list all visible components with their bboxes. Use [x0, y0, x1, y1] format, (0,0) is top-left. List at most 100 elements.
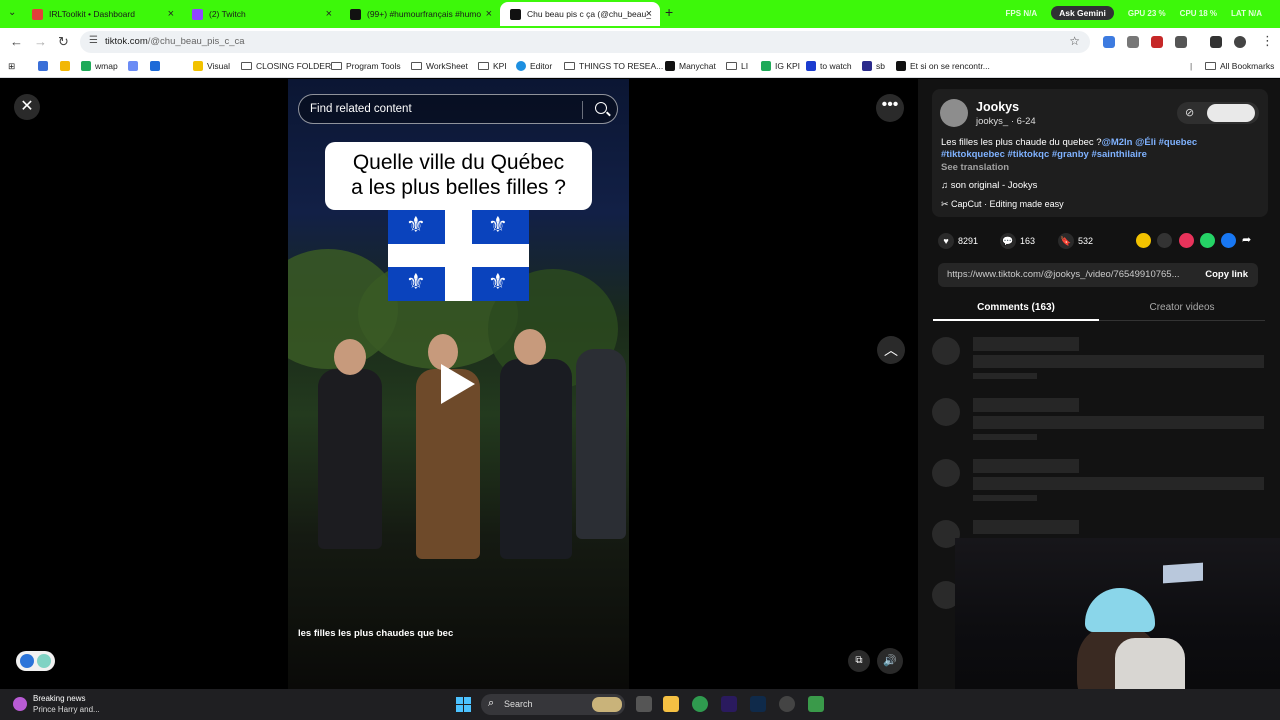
search-placeholder[interactable]: Find related content [310, 103, 412, 115]
extension-toggle[interactable] [16, 651, 55, 671]
bookmark-calendar[interactable] [38, 61, 48, 71]
bookmark-gemini[interactable] [128, 61, 138, 71]
taskbar-search[interactable]: ⌕ Search [481, 694, 625, 715]
bookmark-wmap[interactable]: wmap [81, 61, 118, 71]
taskbar-search-label: Search [504, 699, 533, 709]
folder-icon [411, 62, 422, 70]
block-icon[interactable]: ⊘ [1185, 106, 1194, 119]
tab-close-icon[interactable]: × [486, 8, 492, 20]
tab-close-icon[interactable]: × [168, 8, 174, 20]
tab-creator-videos[interactable]: Creator videos [1099, 297, 1265, 321]
copy-link-button[interactable]: Copy link [1205, 269, 1248, 280]
tab-close-icon[interactable]: × [326, 8, 332, 20]
obs-icon[interactable] [779, 696, 795, 712]
video-link-text[interactable]: https://www.tiktok.com/@jookys_/video/76… [947, 269, 1193, 280]
ask-gemini-button[interactable]: Ask Gemini [1051, 6, 1114, 20]
tab-twitch[interactable]: (2) Twitch × [182, 2, 340, 26]
volume-icon[interactable]: 🔊 [877, 648, 903, 674]
tab-close-icon[interactable]: × [646, 8, 652, 20]
chrome-icon[interactable] [692, 696, 708, 712]
photoshop-icon[interactable] [750, 696, 766, 712]
tab-irltoolkit[interactable]: IRLToolkit • Dashboard × [22, 2, 182, 26]
find-related-search[interactable]: Find related content [298, 94, 618, 124]
bookmark-manychat[interactable]: Manychat [665, 61, 716, 71]
bookmark-ig-kpi[interactable]: IG KPI [761, 61, 800, 71]
bookmark-folder-yellow[interactable] [60, 61, 70, 71]
share-arrow-icon[interactable]: ➦ [1242, 233, 1257, 248]
reload-icon[interactable]: ↻ [58, 34, 69, 50]
tab-search-chevron-icon[interactable]: ⌄ [8, 7, 16, 18]
bookmark-star-icon[interactable]: ☆ [1069, 34, 1080, 48]
embed-icon[interactable] [1157, 233, 1172, 248]
bookmark-li[interactable]: LI [726, 61, 748, 71]
background-monitor [1163, 562, 1203, 584]
extension-icon[interactable] [1127, 36, 1139, 48]
save-button[interactable]: 🔖 532 [1058, 233, 1093, 249]
task-view-icon[interactable] [636, 696, 652, 712]
bookmark-to-watch[interactable]: to watch [806, 61, 852, 71]
bookmark-et-si-on-se-rencontre[interactable]: Et si on se rencontr... [896, 61, 990, 71]
news-widget-icon[interactable] [13, 697, 27, 711]
fleur-de-lis-icon: ⚜ [488, 269, 508, 294]
all-bookmarks[interactable]: All Bookmarks [1205, 61, 1274, 71]
back-icon[interactable]: ← [10, 34, 23, 49]
share-send-icon[interactable] [1179, 233, 1194, 248]
extension-icon[interactable] [1151, 36, 1163, 48]
see-translation-link[interactable]: See translation [941, 162, 1009, 173]
news-subtitle[interactable]: Prince Harry and... [33, 705, 100, 714]
play-icon[interactable] [441, 364, 475, 404]
tab-comments[interactable]: Comments (163) [933, 297, 1099, 321]
extensions-puzzle-icon[interactable] [1175, 36, 1187, 48]
previous-video-button[interactable]: ︿ [877, 336, 905, 364]
bookmark-program-tools[interactable]: Program Tools [331, 61, 401, 71]
comments-tabs: Comments (163) Creator videos [933, 297, 1265, 321]
bookmark-sb[interactable]: sb [862, 61, 885, 71]
facebook-icon[interactable] [1221, 233, 1236, 248]
news-title[interactable]: Breaking news [33, 694, 85, 703]
post-mentions[interactable]: @M2ln @Éli #quebec [1102, 137, 1198, 148]
fleur-de-lis-icon: ⚜ [406, 212, 426, 237]
reading-list-icon[interactable] [1210, 36, 1222, 48]
whatsapp-icon[interactable] [1200, 233, 1215, 248]
more-options-button[interactable]: ••• [876, 94, 904, 122]
app-icon[interactable] [808, 696, 824, 712]
author-handle[interactable]: jookys_ [976, 116, 1008, 127]
follow-button[interactable] [1207, 104, 1255, 122]
close-video-button[interactable]: ✕ [14, 94, 40, 120]
address-bar[interactable]: ☰ tiktok.com/@chu_beau_pis_c_ca ☆ [80, 31, 1090, 53]
premiere-pro-icon[interactable] [721, 696, 737, 712]
post-hashtags[interactable]: #tiktokquebec #tiktokqc #granby #sainthi… [941, 149, 1147, 160]
author-avatar[interactable] [940, 99, 968, 127]
bookmark-trello[interactable] [150, 61, 160, 71]
menu-kebab-icon[interactable]: ⋮ [1261, 33, 1274, 49]
profile-avatar-icon[interactable] [1234, 36, 1246, 48]
capcut-promo[interactable]: ✂ CapCut · Editing made easy [941, 199, 1064, 210]
bookmark-things-to-research[interactable]: THINGS TO RESEA... [564, 61, 663, 71]
bookmark-worksheet[interactable]: WorkSheet [411, 61, 468, 71]
like-button[interactable]: ♥ 8291 [938, 233, 978, 249]
post-description: Les filles les plus chaude du quebec ?@M… [941, 137, 1198, 160]
apps-grid-icon[interactable]: ⊞ [8, 61, 15, 72]
tab-tiktok-humour[interactable]: (99+) #humourfrançais #humo × [340, 2, 500, 26]
bookmark-kpi[interactable]: KPI [478, 61, 507, 71]
comment-button[interactable]: 💬 163 [1000, 233, 1035, 249]
site-info-icon[interactable]: ☰ [89, 35, 98, 46]
forward-icon[interactable]: → [34, 34, 47, 49]
bookmark-closing-folder[interactable]: CLOSING FOLDER [241, 61, 331, 71]
file-explorer-icon[interactable] [663, 696, 679, 712]
bookmark-visual[interactable]: Visual [193, 61, 230, 71]
manychat-icon [665, 61, 675, 71]
music-track[interactable]: ♫ son original - Jookys [941, 180, 1037, 191]
person-figure [500, 359, 572, 559]
tab-tiktok-active[interactable]: Chu beau pis c ça (@chu_beau_ × [500, 2, 660, 26]
windows-start-icon[interactable] [456, 697, 471, 712]
new-tab-icon[interactable]: + [665, 4, 673, 20]
picture-in-picture-icon[interactable]: ⧉ [848, 650, 870, 672]
search-icon[interactable] [595, 102, 607, 114]
extension-icon[interactable] [1103, 36, 1115, 48]
share-coin-icon[interactable] [1136, 233, 1151, 248]
author-name[interactable]: Jookys [976, 100, 1019, 114]
url-text[interactable]: tiktok.com/@chu_beau_pis_c_ca [105, 36, 245, 47]
bookmark-editor[interactable]: Editor [516, 61, 552, 71]
follow-controls: ⊘ [1177, 102, 1259, 124]
